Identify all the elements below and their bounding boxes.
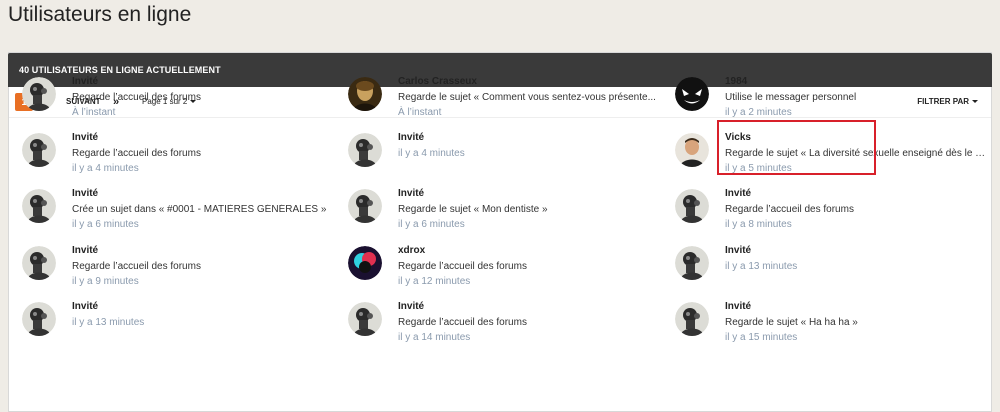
user-entry: Invité il y a 13 minutes: [8, 291, 334, 347]
avatar[interactable]: [675, 246, 709, 280]
user-entry: Carlos Crasseux Regarde le sujet « Commen…: [334, 66, 660, 122]
avatar[interactable]: [675, 133, 709, 167]
user-time: il y a 13 minutes: [72, 317, 145, 328]
user-activity: Regarde l’accueil des forums: [398, 317, 527, 328]
user-name[interactable]: xdrox: [398, 245, 425, 256]
user-activity: Regarde le sujet « Ha ha ha »: [725, 317, 858, 328]
user-time: il y a 6 minutes: [72, 219, 139, 230]
avatar[interactable]: [22, 133, 56, 167]
user-activity: Regarde le sujet « Mon dentiste »: [398, 204, 548, 215]
user-entry: 1984 Utilise le messager personnel il y a …: [661, 66, 987, 122]
avatar[interactable]: [22, 302, 56, 336]
user-entry: Invité Regarde le sujet « Ha ha ha » il y …: [661, 291, 987, 347]
user-name[interactable]: Carlos Crasseux: [398, 76, 477, 87]
page-title: Utilisateurs en ligne: [8, 3, 192, 26]
avatar[interactable]: [348, 133, 382, 167]
user-entry: Invité Regarde l’accueil des forums il y a…: [8, 235, 334, 291]
user-time: il y a 9 minutes: [72, 276, 139, 287]
avatar[interactable]: [348, 189, 382, 223]
user-name[interactable]: Invité: [725, 301, 751, 312]
avatar[interactable]: [348, 246, 382, 280]
user-name[interactable]: Invité: [72, 188, 98, 199]
user-time: À l’instant: [398, 107, 442, 118]
user-time: il y a 12 minutes: [398, 276, 471, 287]
user-entry: Invité Regarde l’accueil des forums il y a…: [8, 122, 334, 178]
user-name[interactable]: Invité: [72, 245, 98, 256]
user-activity: Crée un sujet dans « #0001 - MATIÈRES GÉ…: [72, 204, 327, 215]
user-time: il y a 8 minutes: [725, 219, 792, 230]
user-entry: xdrox Regarde l’accueil des forums il y a …: [334, 235, 660, 291]
avatar[interactable]: [675, 189, 709, 223]
user-entry: Invité il y a 13 minutes: [661, 235, 987, 291]
user-entry: Invité Regarde l’accueil des forums il y a…: [334, 291, 660, 347]
avatar[interactable]: [348, 302, 382, 336]
user-entry: Invité Regarde l’accueil des forums À l’in…: [8, 66, 334, 122]
highlight-box: [717, 120, 876, 175]
user-time: il y a 2 minutes: [725, 107, 792, 118]
avatar[interactable]: [675, 77, 709, 111]
user-activity: Utilise le messager personnel: [725, 92, 857, 103]
user-time: il y a 15 minutes: [725, 332, 798, 343]
user-entry: Invité Crée un sujet dans « #0001 - MATIÈ…: [8, 178, 334, 234]
user-name[interactable]: Invité: [398, 132, 424, 143]
user-name[interactable]: Invité: [72, 76, 98, 87]
user-name[interactable]: Invité: [725, 245, 751, 256]
user-name[interactable]: Invité: [398, 301, 424, 312]
user-name[interactable]: Invité: [72, 301, 98, 312]
user-time: il y a 13 minutes: [725, 261, 798, 272]
avatar[interactable]: [675, 302, 709, 336]
user-name[interactable]: 1984: [725, 76, 747, 87]
user-time: il y a 6 minutes: [398, 219, 465, 230]
user-name[interactable]: Invité: [72, 132, 98, 143]
user-entry: Invité il y a 4 minutes: [334, 122, 660, 178]
user-activity: Regarde l’accueil des forums: [72, 261, 201, 272]
user-name[interactable]: Invité: [725, 188, 751, 199]
avatar[interactable]: [22, 246, 56, 280]
user-name[interactable]: Invité: [398, 188, 424, 199]
avatar[interactable]: [348, 77, 382, 111]
user-activity: Regarde l’accueil des forums: [725, 204, 854, 215]
user-time: il y a 14 minutes: [398, 332, 471, 343]
user-time: il y a 4 minutes: [398, 148, 465, 159]
user-activity: Regarde l’accueil des forums: [72, 148, 201, 159]
user-entry: Invité Regarde le sujet « Mon dentiste » i…: [334, 178, 660, 234]
avatar[interactable]: [22, 189, 56, 223]
user-activity: Regarde l’accueil des forums: [72, 92, 201, 103]
user-activity: Regarde le sujet « Comment vous sentez-v…: [398, 92, 656, 103]
avatar[interactable]: [22, 77, 56, 111]
user-time: À l’instant: [72, 107, 116, 118]
user-entry: Invité Regarde l’accueil des forums il y a…: [661, 178, 987, 234]
user-time: il y a 4 minutes: [72, 163, 139, 174]
user-activity: Regarde l’accueil des forums: [398, 261, 527, 272]
